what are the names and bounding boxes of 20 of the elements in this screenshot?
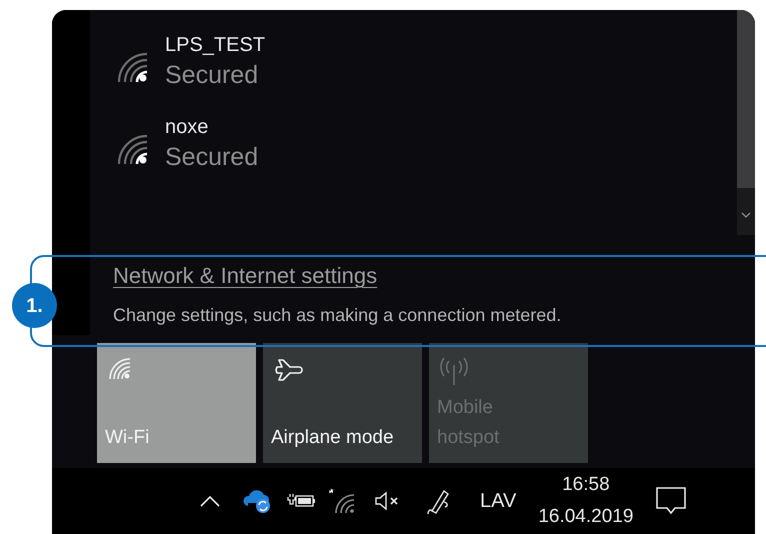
network-status: Secured [165,60,258,91]
chevron-up-icon[interactable] [200,495,220,507]
airplane-icon [274,357,306,383]
clock-time[interactable]: 16:58 [562,469,610,501]
wifi-signal-icon [117,52,149,84]
network-name[interactable]: noxe [165,114,208,140]
notification-icon[interactable] [655,486,688,516]
step-badge: 1. [12,283,57,328]
settings-description: Change settings, such as making a connection metered. [113,304,562,327]
chevron-down-icon[interactable] [741,212,751,219]
wifi-signal-icon [117,134,149,166]
language-indicator[interactable]: LAV [480,486,516,516]
scrollbar[interactable] [737,10,755,235]
settings-link[interactable]: Network & Internet settings [113,259,378,292]
antenna-icon [440,357,468,387]
clock-date[interactable]: 16.04.2019 [538,501,634,533]
network-status: Secured [165,142,258,173]
network-name[interactable]: LPS_TEST [165,32,266,58]
quick-action-tile[interactable]: Airplane mode [263,343,422,463]
wifi-icon [108,357,132,381]
